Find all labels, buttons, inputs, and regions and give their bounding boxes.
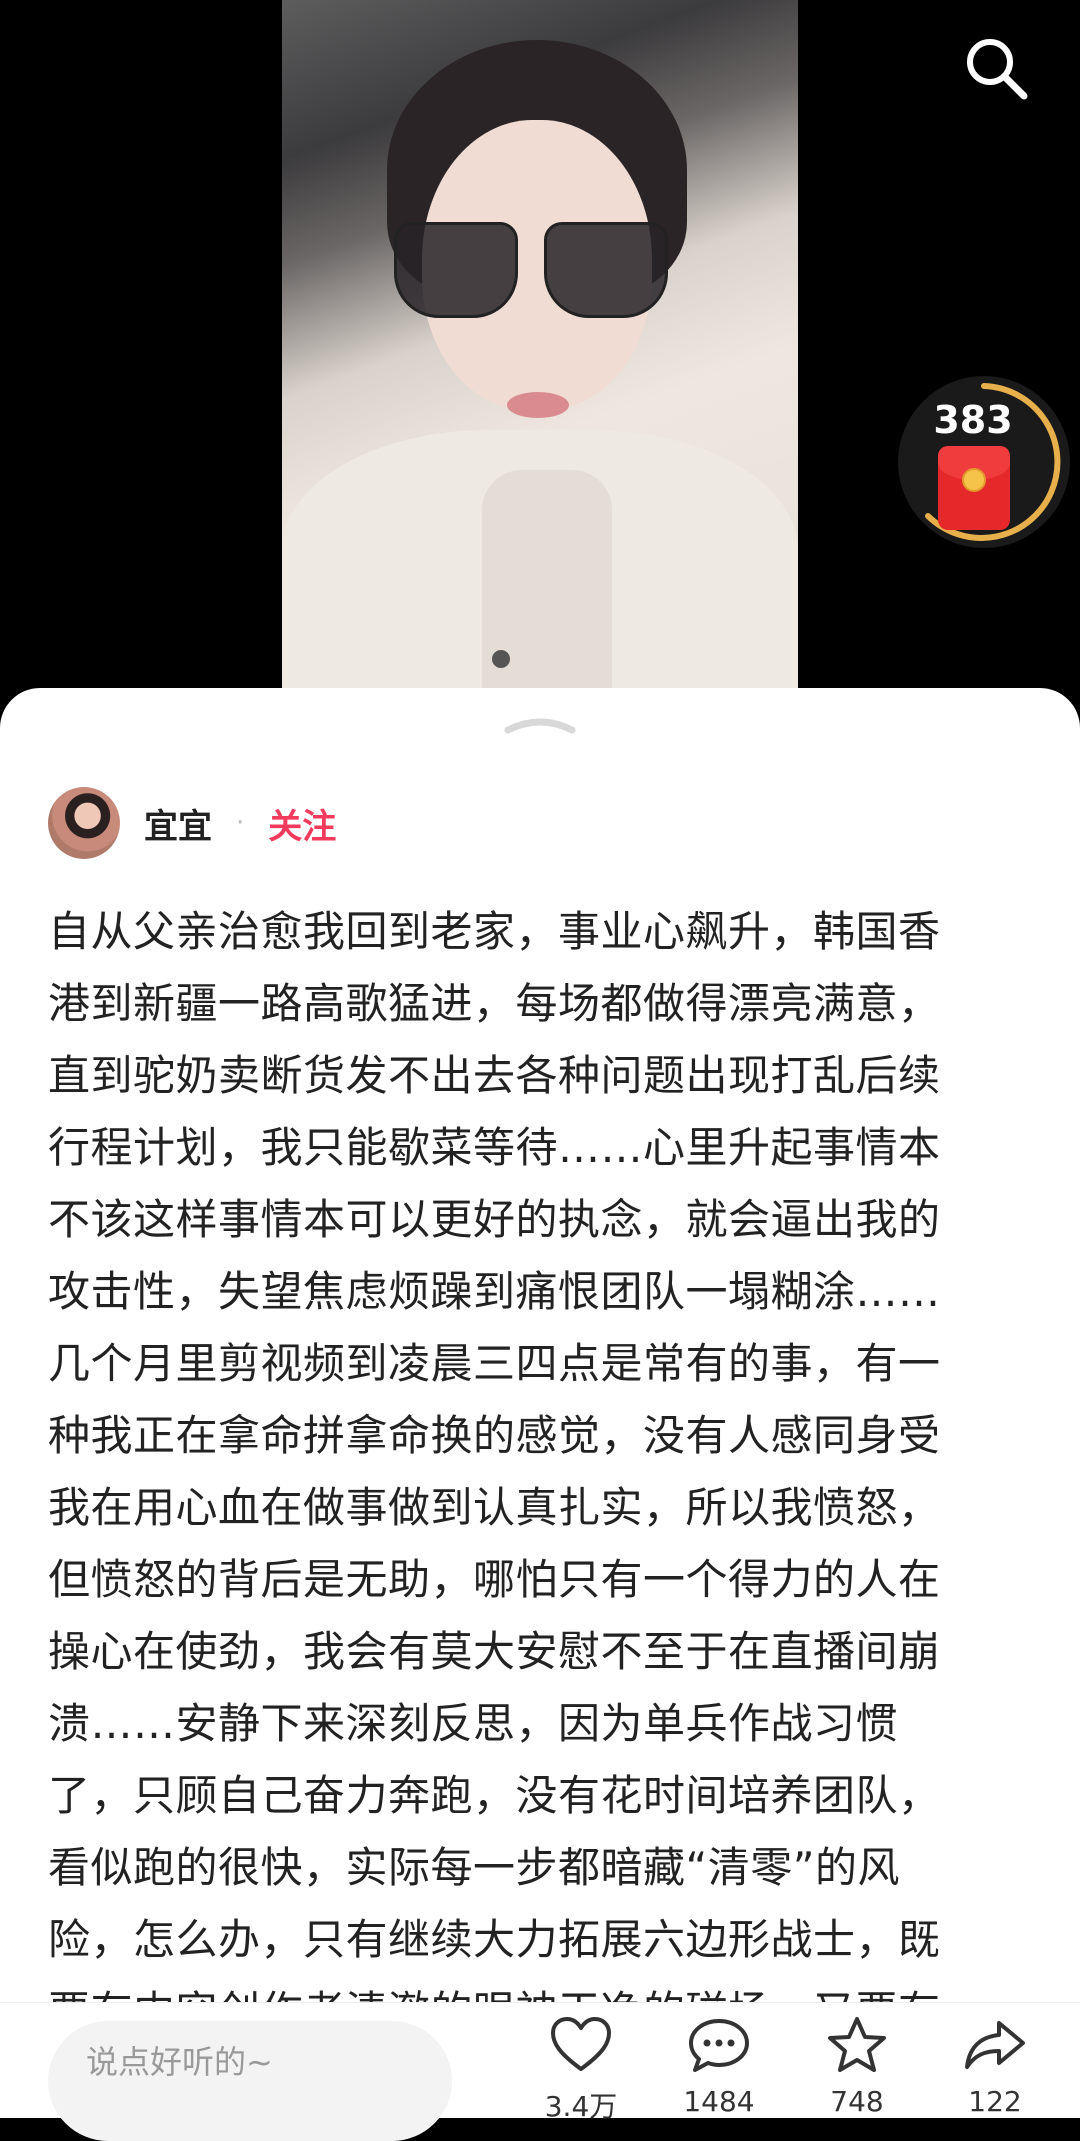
comment-count: 1484 — [683, 2085, 755, 2118]
post-body: 自从父亲治愈我回到老家，事业心飙升，韩国香 港到新疆一路高歌猛进，每场都做得漂亮… — [48, 896, 1008, 2048]
post-line: 溃……安静下来深刻反思，因为单兵作战习惯 — [48, 1699, 899, 1748]
photo-lips — [507, 392, 569, 418]
share-count: 122 — [968, 2085, 1022, 2118]
post-line: 行程计划，我只能歇菜等待……心里升起事情本 — [48, 1123, 941, 1172]
red-packet-widget[interactable]: 383 — [898, 376, 1070, 548]
follow-button[interactable]: 关注 — [268, 799, 336, 848]
share-arrow-icon — [965, 2021, 1025, 2069]
separator-dot: · — [236, 808, 245, 838]
post-line: 了，只顾自己奋力奔跑，没有花时间培养团队， — [48, 1771, 941, 1820]
comment-button[interactable]: 1484 — [664, 2015, 774, 2118]
like-button[interactable]: 3.4万 — [526, 2015, 636, 2125]
red-packet-count: 383 — [933, 398, 1013, 442]
search-icon — [967, 39, 1028, 100]
avatar[interactable] — [48, 787, 120, 859]
post-line: 险，怎么办，只有继续大力拓展六边形战士，既 — [48, 1915, 941, 1964]
post-line: 直到驼奶卖断货发不出去各种问题出现打乱后续 — [48, 1051, 941, 1100]
star-icon — [828, 2017, 886, 2072]
star-count: 748 — [830, 2085, 884, 2118]
favorite-button[interactable]: 748 — [802, 2015, 912, 2118]
post-line: 港到新疆一路高歌猛进，每场都做得漂亮满意， — [48, 979, 941, 1028]
chevron-up-icon — [504, 718, 576, 734]
post-line: 看似跑的很快，实际每一步都暗藏“清零”的风 — [48, 1843, 901, 1892]
heart-icon — [551, 2017, 611, 2071]
comment-input[interactable] — [48, 2021, 452, 2141]
red-envelope-coin — [962, 468, 986, 492]
post-line: 自从父亲治愈我回到老家，事业心飙升，韩国香 — [48, 907, 941, 956]
search-button[interactable] — [960, 32, 1032, 104]
post-line: 我在用心血在做事做到认真扎实，所以我愤怒， — [48, 1483, 941, 1532]
sheet-handle[interactable] — [502, 712, 578, 736]
video-frame[interactable] — [282, 0, 798, 700]
post-line: 不该这样事情本可以更好的执念，就会逼出我的 — [48, 1195, 941, 1244]
share-button[interactable]: 122 — [940, 2015, 1050, 2118]
post-line: 操心在使劲，我会有莫大安慰不至于在直播间崩 — [48, 1627, 941, 1676]
post-line: 几个月里剪视频到凌晨三四点是常有的事，有一 — [48, 1339, 941, 1388]
author-name[interactable]: 宜宜 — [144, 799, 212, 848]
photo-sunglasses-left — [394, 222, 518, 318]
author-row: 宜宜 · 关注 — [48, 786, 336, 860]
post-line: 但愤怒的背后是无助，哪怕只有一个得力的人在 — [48, 1555, 941, 1604]
post-line: 种我正在拿命拼拿命换的感觉，没有人感同身受 — [48, 1411, 941, 1460]
bottom-action-bar: 3.4万 1484 748 122 — [0, 2002, 1080, 2141]
comment-bubble-icon — [689, 2019, 749, 2072]
post-sheet: 宜宜 · 关注 自从父亲治愈我回到老家，事业心飙升，韩国香 港到新疆一路高歌猛进… — [0, 688, 1080, 2117]
like-count: 3.4万 — [544, 2090, 618, 2123]
post-line: 攻击性，失望焦虑烦躁到痛恨团队一塌糊涂…… — [48, 1267, 941, 1316]
photo-sunglasses-right — [544, 222, 668, 318]
photo-zipper — [492, 650, 510, 668]
